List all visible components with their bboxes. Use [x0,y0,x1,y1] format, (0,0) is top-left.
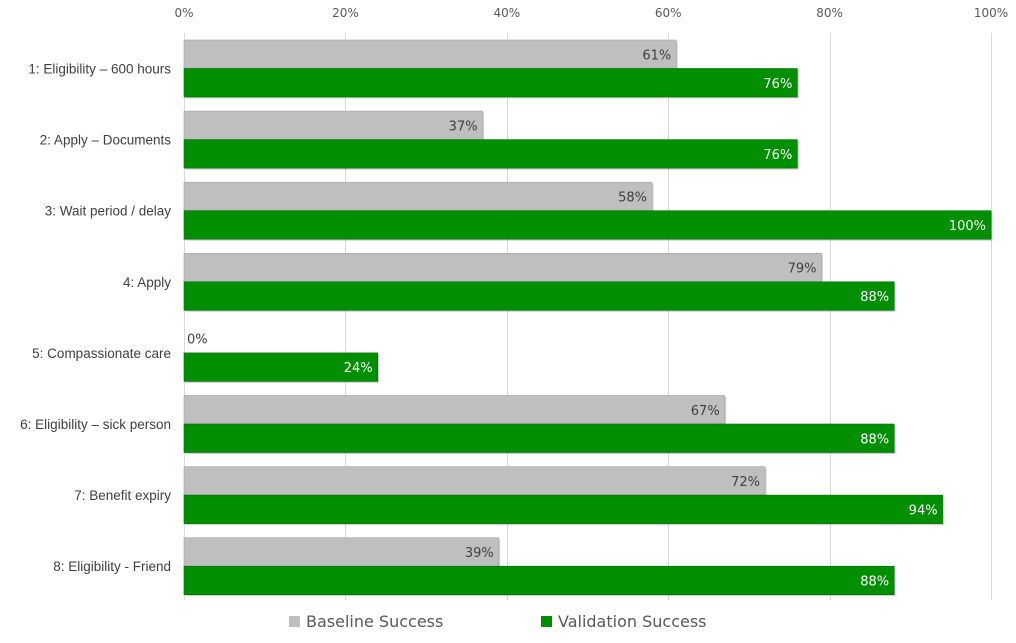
data-label: 88% [860,432,889,447]
category-label: 7: Benefit expiry [74,488,171,503]
x-axis-ticks: 0% 20% 40% 60% 80% 100% [174,6,1008,20]
validation-bar [183,139,798,169]
x-tick-label: 20% [332,6,359,20]
baseline-bar [183,537,500,567]
data-label: 94% [909,503,938,518]
data-label: 79% [788,262,817,277]
x-tick-label: 40% [493,6,520,20]
data-label: 76% [763,148,792,163]
bars [183,39,993,597]
category-label: 2: Apply – Documents [40,133,172,148]
legend-swatch-validation [541,616,552,627]
data-label: 58% [618,190,647,205]
validation-bar [183,68,798,98]
category-label: 3: Wait period / delay [45,204,172,219]
baseline-bar [183,253,822,283]
baseline-bar [183,39,677,69]
validation-bar [183,281,895,311]
baseline-bar [183,395,725,425]
category-label: 1: Eligibility – 600 hours [28,62,171,77]
data-label: 76% [763,77,792,92]
legend-item-baseline: Baseline Success [289,612,443,631]
legend-swatch-baseline [289,616,300,627]
category-label: 4: Apply [123,275,171,290]
baseline-bar [183,110,483,140]
data-label: 0% [187,333,208,348]
data-label: 88% [860,574,889,589]
legend-label-baseline: Baseline Success [306,612,444,631]
validation-bar [183,423,895,453]
validation-bar [183,565,895,596]
baseline-bar [183,181,653,211]
legend-label-validation: Validation Success [558,612,707,631]
x-tick-label: 80% [816,6,843,20]
x-tick-label: 60% [655,6,682,20]
data-label: 39% [465,546,494,561]
validation-bar [183,210,992,240]
legend-item-validation: Validation Success [541,612,707,631]
legend: Baseline Success Validation Success [0,612,1016,634]
data-label: 24% [344,361,373,376]
validation-bar [183,494,943,524]
category-label: 5: Compassionate care [32,346,171,361]
category-label: 8: Eligibility - Friend [53,559,171,574]
category-label: 6: Eligibility – sick person [20,417,171,432]
data-label: 37% [449,119,478,134]
bar-chart: 0% 20% 40% 60% 80% 100% 1: Eligibility – 600 … [20,6,1008,600]
data-label: 61% [642,48,671,63]
data-label: 72% [731,475,760,490]
data-label: 88% [860,290,889,305]
category-labels: 1: Eligibility – 600 hours 2: Apply – Doc… [20,62,171,575]
data-label: 67% [691,404,720,419]
data-label: 100% [949,219,986,234]
x-tick-label: 100% [974,6,1008,20]
x-tick-label: 0% [174,6,193,20]
baseline-bar [183,466,766,496]
